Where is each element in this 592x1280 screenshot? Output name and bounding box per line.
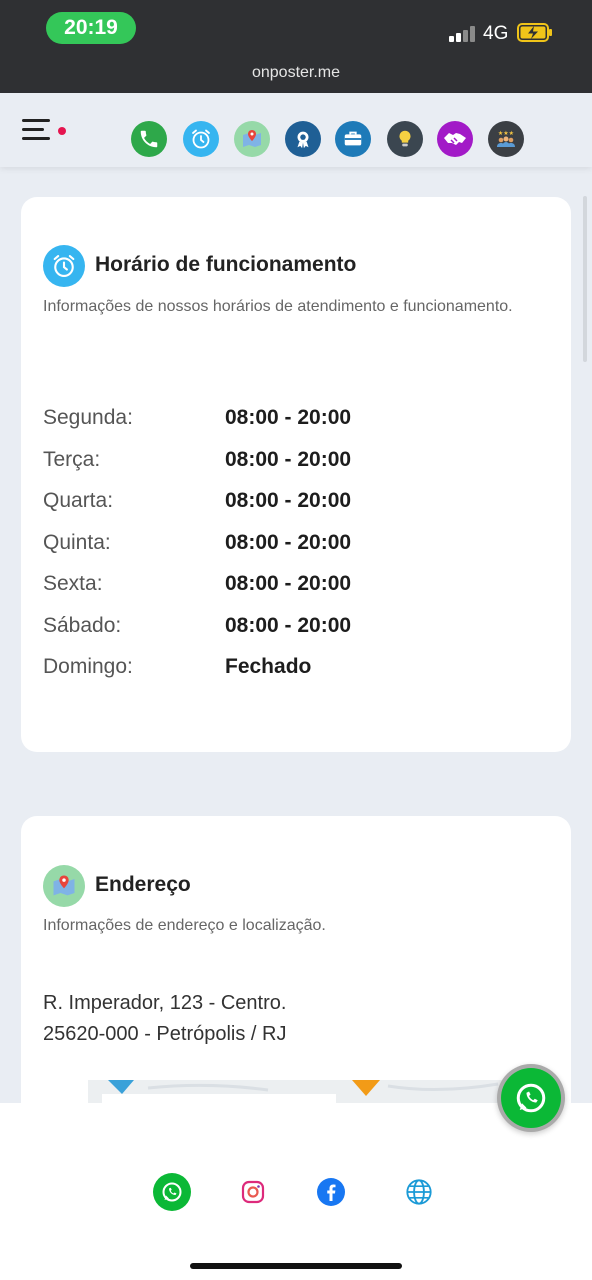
address-line-1: R. Imperador, 123 - Centro.	[43, 992, 287, 1014]
scrollbar[interactable]	[583, 196, 587, 362]
status-bar: 20:19 4G onposter.me	[0, 0, 592, 93]
address-description: Informações de endereço e localização.	[43, 917, 326, 934]
status-time: 20:19	[46, 12, 136, 44]
schedule-day: Terça:	[43, 448, 101, 471]
phone-icon[interactable]	[131, 121, 167, 157]
battery-charging-icon	[517, 23, 552, 42]
schedule-day: Quarta:	[43, 489, 114, 512]
globe-icon[interactable]	[400, 1173, 438, 1211]
alarm-clock-icon[interactable]	[183, 121, 219, 157]
schedule-hours: Fechado	[225, 655, 312, 678]
award-badge-icon[interactable]	[285, 121, 321, 157]
location-map[interactable]	[88, 1080, 508, 1104]
address-line-2: 25620-000 - Petrópolis / RJ	[43, 1023, 287, 1045]
schedule-hours: 08:00 - 20:00	[225, 448, 352, 471]
signal-icon	[449, 26, 477, 42]
schedule-day: Sábado:	[43, 614, 122, 637]
hours-title: Horário de funcionamento	[95, 253, 357, 276]
schedule-hours: 08:00 - 20:00	[225, 489, 352, 512]
svg-text:★★★: ★★★	[498, 130, 514, 137]
schedule-hours: 08:00 - 20:00	[225, 406, 352, 429]
address-title: Endereço	[95, 873, 191, 896]
bottom-social-bar	[0, 1103, 592, 1280]
instagram-icon[interactable]	[234, 1173, 272, 1211]
schedule-day: Quinta:	[43, 531, 111, 554]
handshake-icon[interactable]	[437, 121, 473, 157]
map-pin-icon	[43, 865, 85, 907]
team-rating-icon[interactable]: ★★★	[488, 121, 524, 157]
hamburger-menu-icon[interactable]	[22, 119, 68, 141]
whatsapp-icon	[501, 1068, 561, 1128]
network-type: 4G	[483, 23, 509, 44]
schedule-day: Sexta:	[43, 572, 103, 595]
home-indicator[interactable]	[190, 1263, 402, 1269]
schedule-hours: 08:00 - 20:00	[225, 531, 352, 554]
map-pin-icon[interactable]	[234, 121, 270, 157]
alarm-clock-icon	[43, 245, 85, 287]
schedule-hours: 08:00 - 20:00	[225, 572, 352, 595]
hours-description: Informações de nossos horários de atendi…	[43, 298, 513, 315]
whatsapp-icon[interactable]	[153, 1173, 191, 1211]
briefcase-icon[interactable]	[335, 121, 371, 157]
schedule-day: Segunda:	[43, 406, 133, 429]
schedule-day: Domingo:	[43, 655, 133, 678]
schedule-hours: 08:00 - 20:00	[225, 614, 352, 637]
site-header: ★★★	[0, 93, 592, 167]
whatsapp-fab-button[interactable]	[497, 1064, 565, 1132]
browser-url[interactable]: onposter.me	[0, 64, 592, 82]
notification-dot	[58, 127, 66, 135]
facebook-icon[interactable]	[317, 1178, 345, 1206]
lightbulb-icon[interactable]	[387, 121, 423, 157]
hours-card: Horário de funcionamento Informações de …	[21, 197, 571, 752]
